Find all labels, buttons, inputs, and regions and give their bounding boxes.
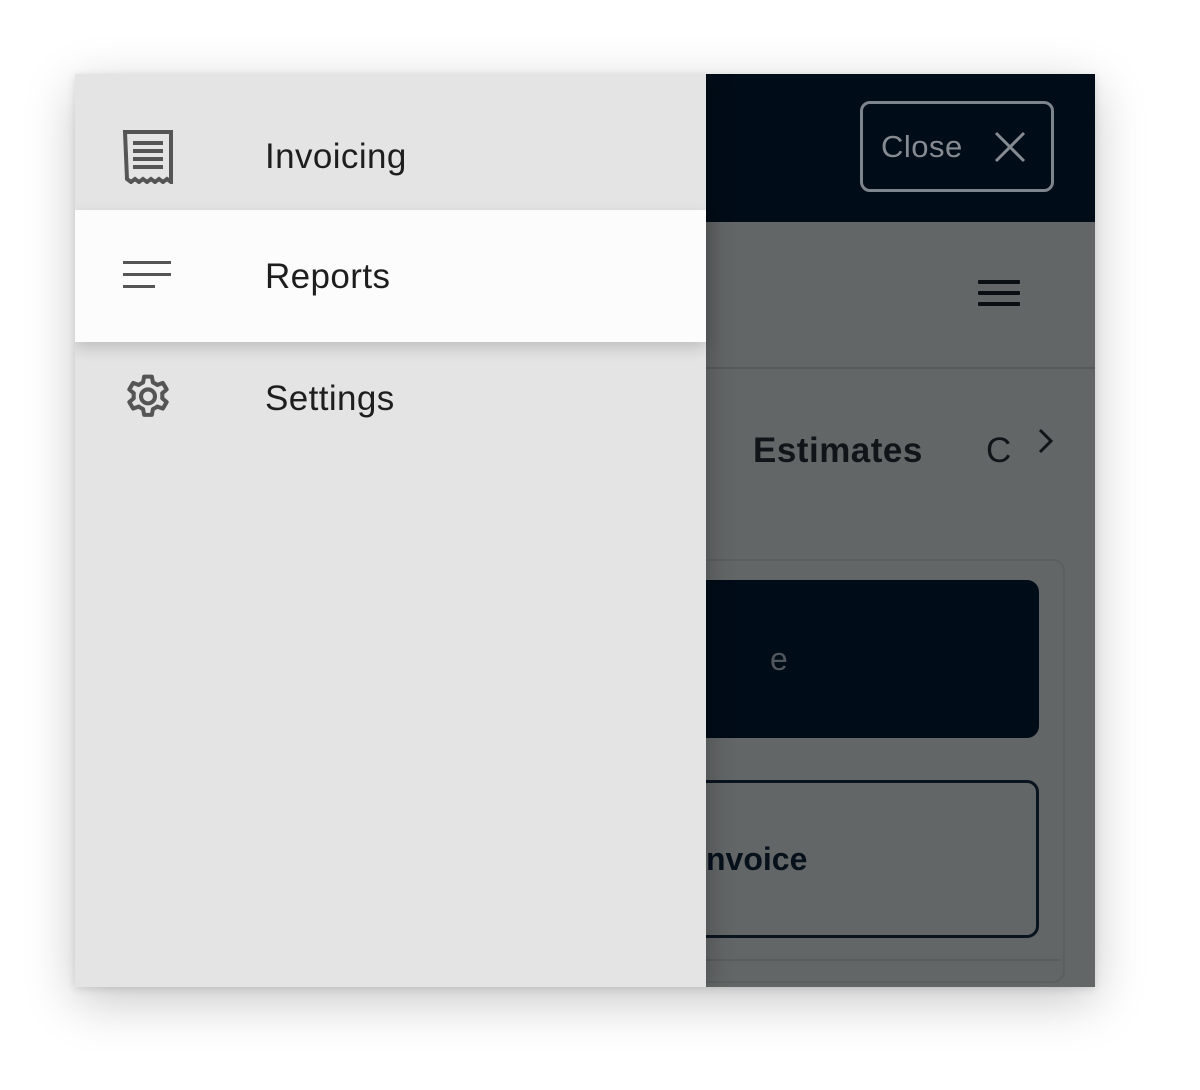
drawer-item-settings[interactable]: Settings bbox=[75, 346, 706, 478]
receipt-icon bbox=[121, 130, 175, 186]
close-button[interactable]: Close bbox=[860, 101, 1054, 192]
app-window: Close Estimates C e nvoice Invoicing Rep… bbox=[75, 74, 1095, 987]
divider bbox=[675, 959, 1061, 961]
hamburger-icon[interactable] bbox=[978, 280, 1022, 310]
drawer-item-reports[interactable]: Reports bbox=[75, 210, 706, 342]
close-label: Close bbox=[881, 128, 963, 164]
navigation-drawer: Invoicing Reports Settings bbox=[75, 74, 706, 987]
drawer-item-label: Invoicing bbox=[265, 137, 407, 176]
drawer-item-invoicing[interactable]: Invoicing bbox=[75, 90, 706, 222]
new-invoice-label: nvoice bbox=[706, 840, 808, 877]
tab-estimates[interactable]: Estimates bbox=[753, 431, 923, 471]
close-icon bbox=[993, 130, 1027, 164]
gear-icon bbox=[121, 371, 175, 425]
tab-next-partial[interactable]: C bbox=[986, 431, 1012, 471]
primary-action-label: e bbox=[770, 640, 788, 677]
chevron-right-icon[interactable] bbox=[1037, 427, 1055, 457]
drawer-item-label: Settings bbox=[265, 379, 395, 418]
sort-lines-icon bbox=[121, 250, 175, 304]
drawer-item-label: Reports bbox=[265, 257, 391, 296]
